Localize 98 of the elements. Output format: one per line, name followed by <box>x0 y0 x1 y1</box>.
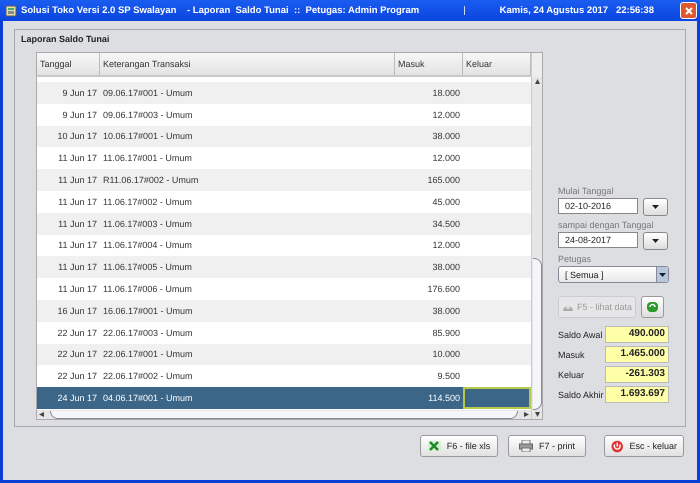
table-cell-text: 22 Jun 17 <box>56 348 98 362</box>
scroll-right-icon[interactable] <box>524 412 529 417</box>
column-header[interactable]: Keterangan Transaksi <box>100 53 395 75</box>
field-label: Petugas <box>558 254 592 264</box>
table-cell-text: 45.000 <box>431 196 461 209</box>
date-field[interactable]: 24-08-2017 <box>558 232 638 248</box>
date-picker-button[interactable] <box>643 232 668 250</box>
table-cell-text: 22 Jun 17 <box>56 370 98 384</box>
close-button[interactable] <box>680 2 697 19</box>
spreadsheet-icon <box>428 440 441 452</box>
table-cell-text: R11.06.17#002 - Umum <box>102 174 200 188</box>
refresh-button[interactable] <box>641 296 664 318</box>
power-icon <box>611 440 624 452</box>
summary-label: Saldo Awal <box>558 330 602 340</box>
table-cell-text: 22.06.17#003 - Umum <box>102 326 194 340</box>
table-cell-text: 11 Jun 17 <box>57 261 98 274</box>
table-cell-text: 34.500 <box>431 218 461 231</box>
table-cell-text: 11.06.17#001 - Umum <box>102 152 193 166</box>
table-cell-text: 12.000 <box>431 108 461 122</box>
table-cell-text: 22.06.17#002 - Umum <box>102 370 194 384</box>
table-row[interactable]: 11 Jun 17 11.06.17#004 - Umum 12.000 <box>37 234 531 256</box>
app-icon <box>5 4 17 16</box>
horizontal-scrollbar[interactable] <box>37 410 531 419</box>
title-separator: | <box>463 5 466 16</box>
action-button[interactable]: F7 - print <box>508 435 586 457</box>
table-cell-text: 10 Jun 17 <box>56 130 98 144</box>
table-row[interactable]: 22 Jun 17 22.06.17#001 - Umum 10.000 <box>37 344 531 366</box>
table-row[interactable]: 16 Jun 17 16.06.17#001 - Umum 38.000 <box>37 300 531 322</box>
summary-value: 1.693.697 <box>605 386 669 403</box>
panel-title: Laporan Saldo Tunai <box>21 34 110 44</box>
window-title: Solusi Toko Versi 2.0 SP Swalayan - Laporan Saldo Tunai :: Petugas: Admin Program <box>21 5 420 16</box>
table-cell-text: 9 Jun 17 <box>61 108 98 122</box>
refresh-icon <box>646 301 659 313</box>
table-cell-text: 10.000 <box>431 348 461 362</box>
date-field[interactable]: 02-10-2016 <box>558 198 638 214</box>
date-picker-button[interactable] <box>643 198 668 216</box>
table-cell-text: 11.06.17#003 - Umum <box>102 218 193 231</box>
summary-label: Keluar <box>558 370 584 380</box>
table-cell-text: 38.000 <box>431 130 461 144</box>
table-cell-text: 9 Jun 17 <box>61 86 98 100</box>
table-cell-text: 11.06.17#005 - Umum <box>102 261 193 274</box>
summary-value: 1.465.000 <box>605 346 669 363</box>
officer-dropdown[interactable]: [ Semua ] <box>558 266 669 283</box>
field-label: sampai dengan Tanggal <box>558 220 654 230</box>
summary-value: -261.303 <box>605 366 669 383</box>
table-cell-text: 11 Jun 17 <box>57 174 98 188</box>
table-cell-text: 11 Jun 17 <box>57 196 98 209</box>
column-header[interactable]: Keluar <box>463 53 531 75</box>
scroll-up-icon[interactable] <box>534 79 540 84</box>
table-cell-text: 18.000 <box>431 86 461 100</box>
table-row[interactable]: 9 Jun 17 09.06.17#001 - Umum 18.000 <box>37 82 531 104</box>
table-row[interactable]: 11 Jun 17 R11.06.17#002 - Umum 165.000 <box>37 169 531 191</box>
scroll-left-icon[interactable] <box>39 412 44 417</box>
summary-label: Masuk <box>558 350 585 360</box>
table-cell-text: 12.000 <box>431 239 461 252</box>
action-button[interactable]: Esc - keluar <box>604 435 684 457</box>
table-cell-text: 11.06.17#004 - Umum <box>102 239 193 252</box>
table-row[interactable]: 10 Jun 17 10.06.17#001 - Umum 38.000 <box>37 126 531 148</box>
table-cell-text: 09.06.17#003 - Umum <box>102 108 194 122</box>
summary-value: 490.000 <box>605 326 669 343</box>
table-cell-text: 10.06.17#001 - Umum <box>102 130 194 144</box>
caret-icon <box>659 272 666 276</box>
table-cell-text: 165.000 <box>426 174 461 188</box>
caret-icon <box>652 239 659 243</box>
table-row[interactable]: 11 Jun 17 11.06.17#005 - Umum 38.000 <box>37 256 531 278</box>
column-header[interactable]: Tanggal <box>37 53 100 75</box>
table-cell-text: 04.06.17#001 - Umum <box>102 392 194 406</box>
caret-icon <box>652 205 659 209</box>
table-cell-text: 22.06.17#001 - Umum <box>102 348 194 362</box>
table-cell-text: 9.500 <box>436 370 461 384</box>
table-cell-text: 16.06.17#001 - Umum <box>102 304 194 318</box>
table-cell-text: 38.000 <box>431 304 461 318</box>
table-cell-text: 11 Jun 17 <box>57 283 98 296</box>
table-row[interactable]: 11 Jun 17 11.06.17#003 - Umum 34.500 <box>37 212 531 235</box>
table-cell-text: 22 Jun 17 <box>56 326 98 340</box>
table-cell-text: 11 Jun 17 <box>57 152 98 166</box>
table-cell-text: 11.06.17#002 - Umum <box>102 196 193 209</box>
summary-label: Saldo Akhir <box>558 390 604 400</box>
field-label: Mulai Tanggal <box>558 186 614 196</box>
date-time: Kamis, 24 Agustus 2017 22:56:38 <box>500 5 654 16</box>
vertical-scrollbar[interactable] <box>532 77 542 419</box>
table-cell-text: 24 Jun 17 <box>56 392 98 406</box>
printer-icon <box>518 440 533 452</box>
table-cell-text: 114.500 <box>427 392 461 406</box>
table-cell-text: 09.06.17#001 - Umum <box>102 86 194 100</box>
action-button[interactable]: F6 - file xls <box>420 435 498 457</box>
table-cell-text: 16 Jun 17 <box>56 304 98 318</box>
close-icon <box>684 6 694 16</box>
table-cell-text: 12.000 <box>431 152 461 166</box>
scroll-down-icon[interactable] <box>534 412 540 417</box>
table-cell-text: 176.600 <box>426 283 461 296</box>
table-cell-text: 11 Jun 17 <box>57 239 98 252</box>
table-cell-text: 11 Jun 17 <box>57 218 98 231</box>
table-cell-text: 85.900 <box>431 326 461 340</box>
table-cell-text: 38.000 <box>431 261 461 274</box>
table-row[interactable]: 24 Jun 17 04.06.17#001 - Umum 114.500 <box>37 387 531 409</box>
table-cell-text: 11.06.17#006 - Umum <box>102 283 193 296</box>
column-header[interactable]: Masuk <box>395 53 463 75</box>
